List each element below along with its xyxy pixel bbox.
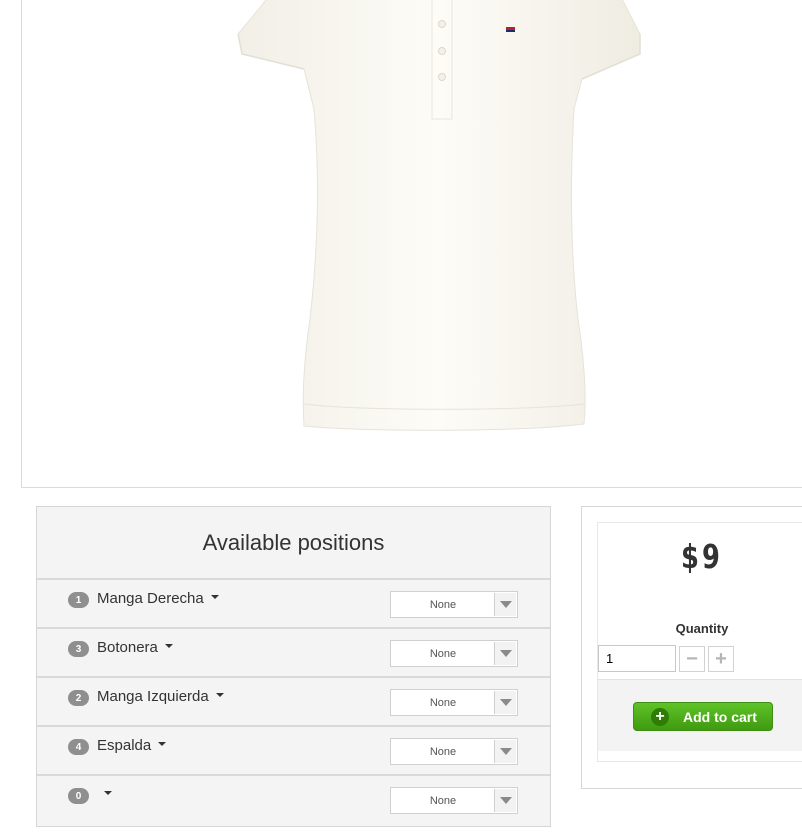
position-number-badge: 0 <box>68 788 89 804</box>
product-image[interactable] <box>22 0 802 488</box>
caret-down-icon <box>158 742 167 747</box>
position-design-select[interactable]: None <box>390 591 518 618</box>
caret-down-icon <box>215 693 224 698</box>
position-design-select[interactable]: None <box>390 787 518 814</box>
plus-icon: + <box>715 648 727 670</box>
select-value: None <box>429 745 457 758</box>
position-dropdown-toggle[interactable]: Manga Izquierda <box>97 688 224 705</box>
product-price: $9 <box>680 537 724 576</box>
position-design-select[interactable]: None <box>390 689 518 716</box>
add-icon: + <box>651 707 669 726</box>
position-row: 4 Espalda None <box>37 727 550 776</box>
position-dropdown-toggle[interactable]: Manga Derecha <box>97 590 219 607</box>
quantity-increase-button[interactable]: + <box>708 646 734 672</box>
available-positions-panel: Available positions 1 Manga Derecha None… <box>36 506 551 827</box>
select-value: None <box>429 647 457 660</box>
position-number-badge: 2 <box>68 690 89 706</box>
minus-icon: − <box>686 648 698 670</box>
add-to-cart-button[interactable]: + Add to cart <box>633 702 773 731</box>
position-row: 3 Botonera None <box>37 629 550 678</box>
buy-box-inner: $9 Quantity − + + Add to cart <box>597 522 802 762</box>
position-row: 0 None <box>37 776 550 825</box>
position-row: 2 Manga Izquierda None <box>37 678 550 727</box>
position-design-select[interactable]: None <box>390 738 518 765</box>
position-number-badge: 3 <box>68 641 89 657</box>
product-image-frame <box>21 0 802 488</box>
position-name: Manga Izquierda <box>97 688 209 705</box>
select-value: None <box>429 598 457 611</box>
quantity-decrease-button[interactable]: − <box>679 646 705 672</box>
quantity-label: Quantity <box>675 621 729 636</box>
buy-box: $9 Quantity − + + Add to cart <box>581 506 802 789</box>
select-value: None <box>429 696 457 709</box>
position-name: Espalda <box>97 737 152 754</box>
position-design-select[interactable]: None <box>390 640 518 667</box>
caret-down-icon <box>210 595 219 600</box>
add-to-cart-label: Add to cart <box>683 708 757 725</box>
position-number-badge: 1 <box>68 592 89 608</box>
quantity-input[interactable] <box>598 645 676 672</box>
add-to-cart-area: + Add to cart <box>598 679 802 751</box>
caret-down-icon <box>104 791 112 796</box>
select-value: None <box>429 794 457 807</box>
positions-title: Available positions <box>37 507 550 580</box>
position-name: Botonera <box>97 639 158 656</box>
position-row: 1 Manga Derecha None <box>37 580 550 629</box>
position-dropdown-toggle[interactable] <box>97 786 112 803</box>
position-name: Manga Derecha <box>97 590 204 607</box>
position-dropdown-toggle[interactable]: Botonera <box>97 639 173 656</box>
chevron-down-icon[interactable] <box>494 789 516 812</box>
caret-down-icon <box>164 644 173 649</box>
chevron-down-icon[interactable] <box>494 642 516 665</box>
position-number-badge: 4 <box>68 739 89 755</box>
chevron-down-icon[interactable] <box>494 593 516 616</box>
chevron-down-icon[interactable] <box>494 740 516 763</box>
chevron-down-icon[interactable] <box>494 691 516 714</box>
position-dropdown-toggle[interactable]: Espalda <box>97 737 167 754</box>
